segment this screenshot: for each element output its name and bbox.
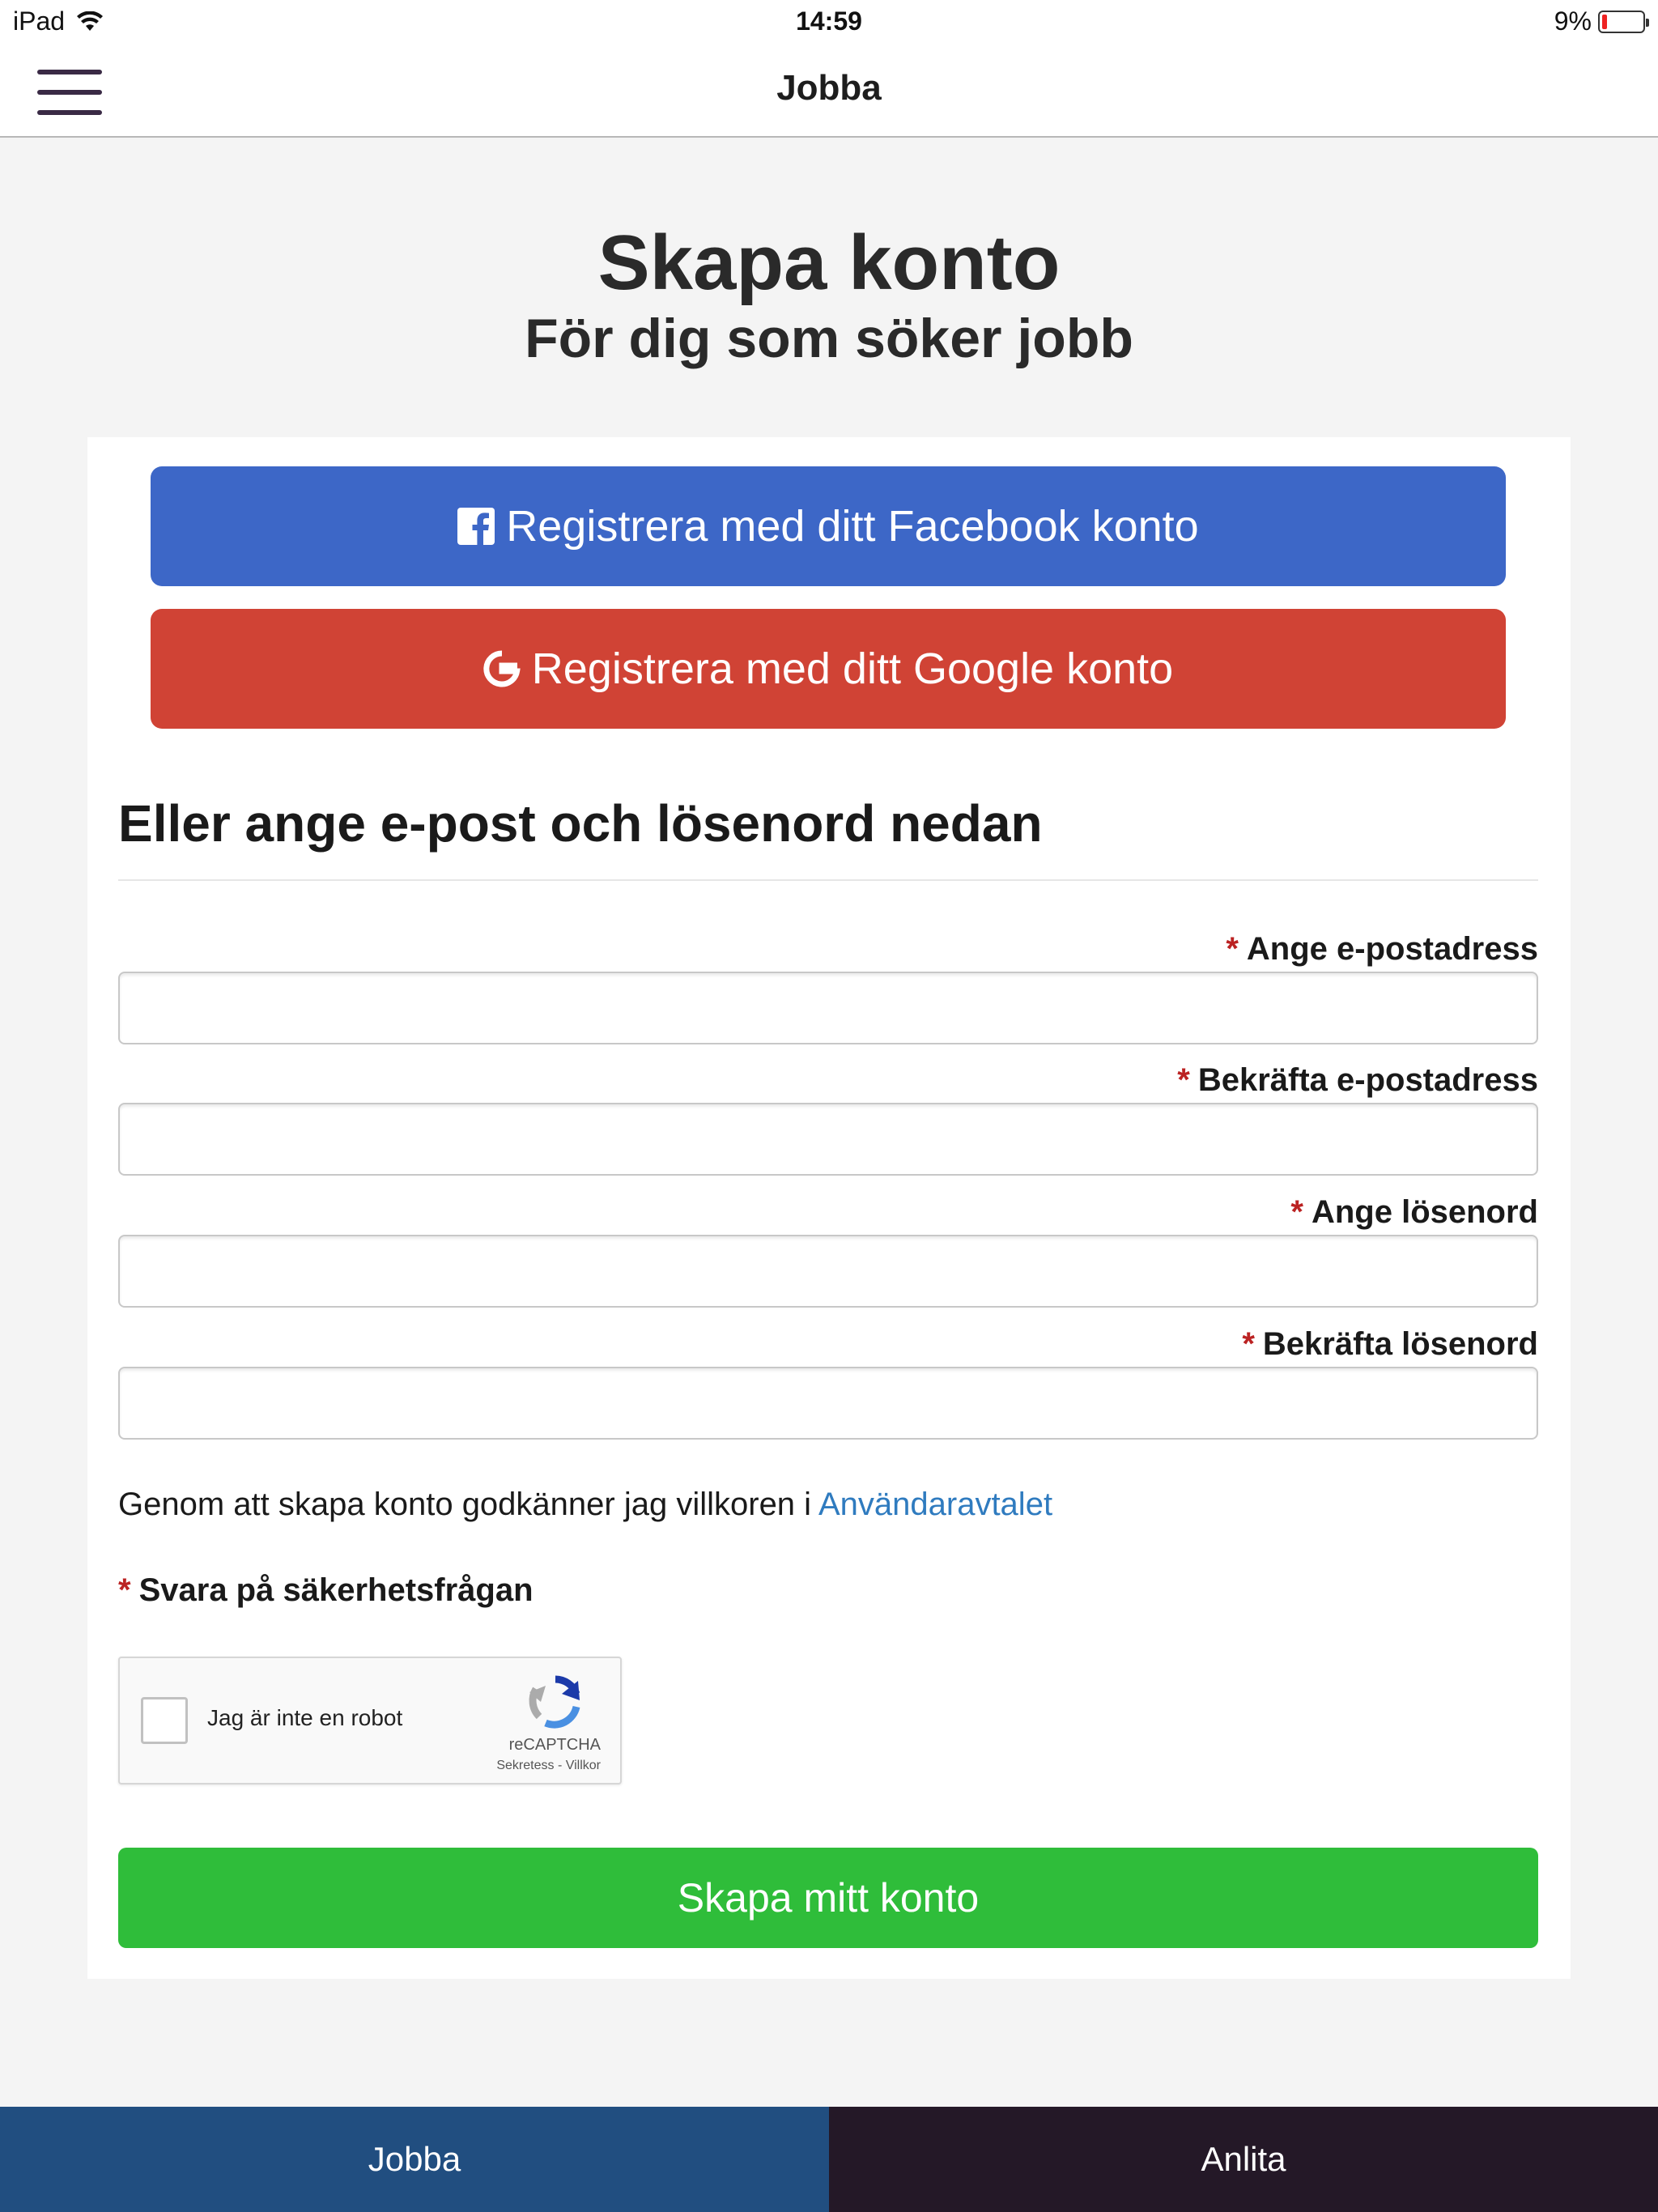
battery-icon xyxy=(1598,10,1649,33)
captcha-label: * Svara på säkerhetsfrågan xyxy=(118,1572,534,1608)
signup-card: Registrera med ditt Facebook konto Regis… xyxy=(87,437,1571,1979)
google-register-button[interactable]: Registrera med ditt Google konto xyxy=(151,609,1506,729)
page-title: Skapa konto xyxy=(597,219,1061,306)
required-marker: * xyxy=(118,1572,131,1608)
email-input[interactable] xyxy=(118,972,1538,1044)
google-icon xyxy=(483,650,521,687)
battery-indicator: 9% xyxy=(1554,6,1649,36)
page-subtitle: För dig som söker jobb xyxy=(525,308,1133,369)
tab-jobba[interactable]: Jobba xyxy=(0,2107,829,2212)
tab-anlita[interactable]: Anlita xyxy=(829,2107,1658,2212)
recaptcha-brand: reCAPTCHA xyxy=(508,1736,601,1754)
bottom-tab-bar: Jobba Anlita xyxy=(0,2107,1658,2212)
recaptcha-checkbox[interactable] xyxy=(141,1697,188,1744)
clock: 14:59 xyxy=(796,6,862,36)
battery-percent: 9% xyxy=(1554,6,1592,36)
nav-bar: Jobba xyxy=(0,45,1658,138)
recaptcha-widget: Jag är inte en robot reCAPTCHA Sekretess… xyxy=(118,1657,622,1784)
email-label: * Ange e-postadress xyxy=(1226,931,1538,967)
facebook-icon xyxy=(457,508,495,545)
required-marker: * xyxy=(1177,1062,1190,1098)
password-input[interactable] xyxy=(118,1235,1538,1308)
facebook-register-label: Registrera med ditt Facebook konto xyxy=(506,502,1199,551)
recaptcha-links[interactable]: Sekretess - Villkor xyxy=(496,1759,601,1773)
email-section-heading: Eller ange e-post och lösenord nedan xyxy=(118,794,1043,853)
section-divider xyxy=(118,879,1538,881)
nav-title: Jobba xyxy=(776,68,882,108)
required-marker: * xyxy=(1242,1326,1255,1362)
confirm-email-label: * Bekräfta e-postadress xyxy=(1177,1062,1538,1098)
password-label: * Ange lösenord xyxy=(1290,1194,1538,1230)
confirm-password-label: * Bekräfta lösenord xyxy=(1242,1326,1538,1362)
recaptcha-logo-icon xyxy=(529,1675,580,1729)
confirm-password-input[interactable] xyxy=(118,1367,1538,1440)
create-account-button[interactable]: Skapa mitt konto xyxy=(118,1848,1538,1948)
terms-text: Genom att skapa konto godkänner jag vill… xyxy=(118,1487,1053,1522)
status-bar: iPad 14:59 9% xyxy=(0,0,1658,45)
google-register-label: Registrera med ditt Google konto xyxy=(531,644,1174,693)
facebook-register-button[interactable]: Registrera med ditt Facebook konto xyxy=(151,466,1506,586)
confirm-email-input[interactable] xyxy=(118,1103,1538,1176)
required-marker: * xyxy=(1290,1194,1303,1230)
required-marker: * xyxy=(1226,931,1239,967)
terms-link[interactable]: Användaravtalet xyxy=(818,1487,1052,1522)
recaptcha-checkbox-label: Jag är inte en robot xyxy=(207,1705,403,1730)
